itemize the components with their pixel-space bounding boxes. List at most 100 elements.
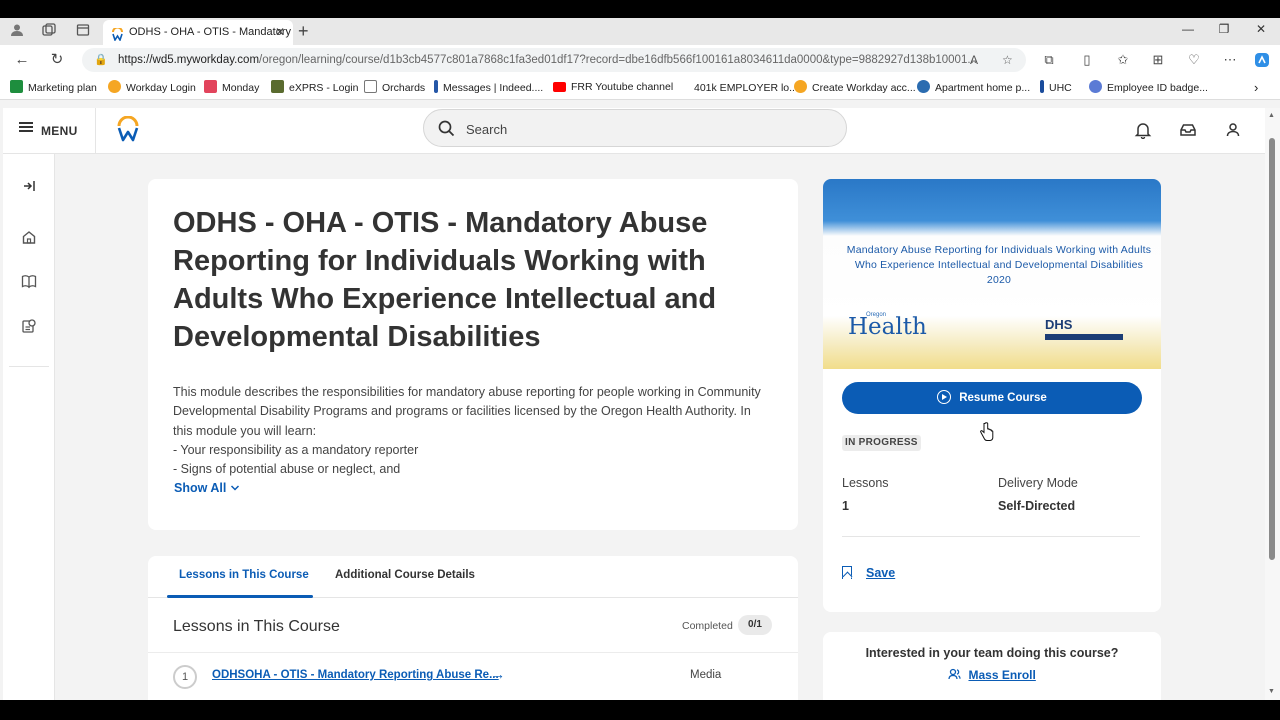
copilot-icon[interactable] xyxy=(1254,52,1270,68)
divider xyxy=(95,108,96,154)
workday-icon xyxy=(108,80,121,93)
show-all-link[interactable]: Show All xyxy=(174,481,240,495)
team-question: Interested in your team doing this cours… xyxy=(865,646,1119,660)
minimize-icon[interactable]: — xyxy=(1178,22,1198,36)
bookmark-item[interactable]: 401k EMPLOYER lo... xyxy=(676,80,798,96)
workday-logo[interactable] xyxy=(116,115,140,144)
close-window-icon[interactable]: ✕ xyxy=(1251,22,1271,36)
tab-title: ODHS - OHA - OTIS - Mandatory xyxy=(129,26,291,38)
course-overview-card: ODHS - OHA - OTIS - Mandatory Abuse Repo… xyxy=(148,179,798,530)
split-screen-icon[interactable]: ▯ xyxy=(1079,52,1095,68)
book-icon[interactable] xyxy=(21,273,37,289)
profile-avatar-icon[interactable] xyxy=(1224,121,1242,139)
profile-icon[interactable] xyxy=(8,23,26,41)
hamburger-icon xyxy=(19,120,33,134)
workday-icon xyxy=(794,80,807,93)
close-tab-icon[interactable]: ✕ xyxy=(275,20,285,45)
refresh-icon[interactable]: ↻ xyxy=(48,51,66,69)
search-bar[interactable] xyxy=(423,109,847,147)
lesson-type: Media xyxy=(690,669,722,681)
bookmark-item[interactable]: Orchards xyxy=(364,80,425,96)
bookmark-item[interactable]: Monday xyxy=(204,80,259,96)
lesson-link[interactable]: ODHSOHA - OTIS - Mandatory Reporting Abu… xyxy=(212,669,499,681)
divider xyxy=(842,536,1140,537)
scroll-down-icon[interactable]: ▼ xyxy=(1268,688,1275,695)
lessons-value: 1 xyxy=(842,499,849,513)
tab-strip: ODHS - OHA - OTIS - Mandatory ✕ + — ❐ ✕ xyxy=(0,18,1280,45)
lessons-heading: Lessons in This Course xyxy=(173,618,340,635)
learning-tasks-icon[interactable] xyxy=(21,318,37,334)
app-header: MENU xyxy=(3,108,1265,154)
settings-more-icon[interactable]: ⋯ xyxy=(1222,52,1238,68)
indeed-icon xyxy=(434,80,438,93)
course-tabs: Lessons in This Course Additional Course… xyxy=(148,556,798,598)
new-tab-icon[interactable]: + xyxy=(298,21,309,41)
tab-actions-icon[interactable] xyxy=(74,23,92,41)
course-title: ODHS - OHA - OTIS - Mandatory Abuse Repo… xyxy=(173,207,717,353)
lesson-row: 1 ODHSOHA - OTIS - Mandatory Reporting A… xyxy=(148,652,798,698)
search-icon xyxy=(438,120,455,137)
scrollbar-thumb[interactable] xyxy=(1269,138,1275,560)
status-badge: IN PROGRESS xyxy=(842,435,921,451)
page-icon xyxy=(364,80,377,93)
mass-enroll-link[interactable]: Mass Enroll xyxy=(823,668,1161,682)
collections-icon[interactable]: ⊞ xyxy=(1150,52,1166,68)
youtube-icon xyxy=(553,82,566,92)
bookmarks-overflow-icon[interactable]: › xyxy=(1254,80,1258,95)
workday-favicon-icon xyxy=(111,26,124,42)
people-icon xyxy=(948,668,968,682)
browser-window: ODHS - OHA - OTIS - Mandatory ✕ + — ❐ ✕ … xyxy=(0,18,1280,700)
play-circle-icon xyxy=(937,390,952,404)
monday-icon xyxy=(204,80,217,93)
arrow-right-icon[interactable]: → xyxy=(491,666,505,682)
save-button[interactable]: Save xyxy=(842,566,895,580)
chevron-down-icon xyxy=(230,481,240,495)
lesson-number: 1 xyxy=(173,665,197,689)
bookmark-item[interactable]: Workday Login xyxy=(108,80,196,96)
resume-course-button[interactable]: Resume Course xyxy=(842,382,1142,414)
home-icon[interactable] xyxy=(21,229,37,245)
scroll-up-icon[interactable]: ▲ xyxy=(1268,112,1275,119)
bookmark-item[interactable]: eXPRS - Login xyxy=(271,80,358,96)
rail-divider xyxy=(9,366,49,367)
team-enroll-card: Interested in your team doing this cours… xyxy=(823,632,1161,700)
description-paragraph: This module describes the responsibiliti… xyxy=(173,385,761,438)
bookmark-item[interactable]: Apartment home p... xyxy=(917,80,1030,96)
banner-title: Mandatory Abuse Reporting for Individual… xyxy=(846,244,1152,286)
blank-icon xyxy=(676,80,689,93)
favorites-icon[interactable]: ✩ xyxy=(1115,52,1131,68)
lessons-label: Lessons xyxy=(842,476,889,490)
bookmark-item[interactable]: Employee ID badge... xyxy=(1089,80,1208,96)
lessons-card: Lessons in This Course Additional Course… xyxy=(148,556,798,700)
active-tab[interactable]: ODHS - OHA - OTIS - Mandatory ✕ xyxy=(103,20,293,45)
tab-additional-details[interactable]: Additional Course Details xyxy=(335,569,475,581)
notifications-bell-icon[interactable] xyxy=(1134,121,1152,140)
bookmark-item[interactable]: FRR Youtube channel xyxy=(553,80,673,95)
oregon-health-logo: Health xyxy=(848,314,927,340)
expand-rail-icon[interactable] xyxy=(21,178,37,194)
apartment-icon xyxy=(917,80,930,93)
delivery-mode-label: Delivery Mode xyxy=(998,476,1078,490)
restore-icon[interactable]: ❐ xyxy=(1214,22,1234,36)
extensions-icon[interactable]: ⧉ xyxy=(1041,52,1057,68)
left-rail xyxy=(3,154,55,700)
url-field[interactable]: 🔒 https://wd5.myworkday.com/oregon/learn… xyxy=(82,48,1026,72)
workspaces-icon[interactable] xyxy=(40,23,58,41)
dhs-logo-bar xyxy=(1045,334,1123,340)
bookmark-item[interactable]: Create Workday acc... xyxy=(794,80,916,96)
tab-lessons[interactable]: Lessons in This Course xyxy=(179,569,309,581)
back-icon[interactable]: ← xyxy=(13,51,31,69)
browser-essentials-icon[interactable]: ♡ xyxy=(1186,52,1202,68)
url-host: https://wd5.myworkday.com xyxy=(118,54,260,66)
read-aloud-icon[interactable]: A xyxy=(970,48,978,72)
inbox-icon[interactable] xyxy=(1179,121,1197,139)
menu-button[interactable]: MENU xyxy=(19,120,78,142)
completed-label: Completed xyxy=(682,620,733,632)
bookmark-item[interactable]: Marketing plan xyxy=(10,80,97,96)
description-bullet: - Signs of potential abuse or neglect, a… xyxy=(173,462,401,477)
favorite-star-icon[interactable]: ☆ xyxy=(1002,48,1013,72)
bookmark-item[interactable]: UHC xyxy=(1040,80,1072,96)
page-scrollbar[interactable]: ▲ ▼ xyxy=(1265,108,1280,700)
search-input[interactable] xyxy=(466,118,826,140)
bookmark-item[interactable]: Messages | Indeed.... xyxy=(434,80,543,96)
